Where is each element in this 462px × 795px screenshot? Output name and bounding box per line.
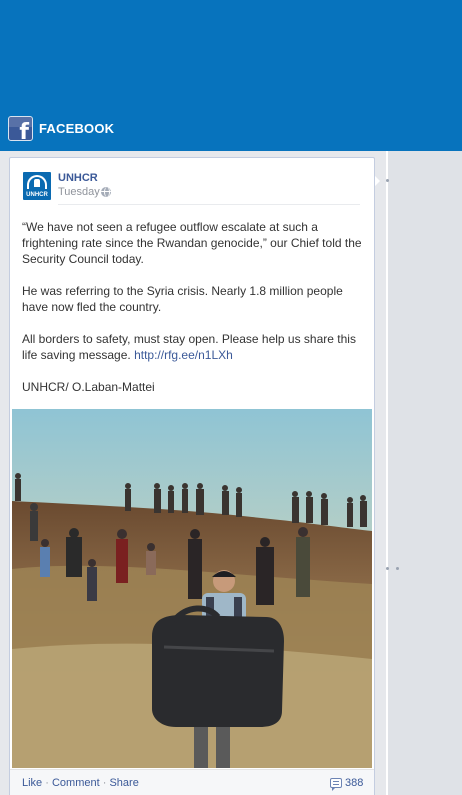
like-link[interactable]: Like bbox=[22, 777, 42, 789]
refugees-photo[interactable] bbox=[12, 409, 372, 768]
action-separator: · bbox=[45, 777, 49, 789]
timeline-line bbox=[386, 151, 388, 795]
post-card: UNHCR UNHCR Tuesday “We have not seen a … bbox=[9, 157, 375, 795]
avatar[interactable]: UNHCR bbox=[23, 172, 51, 200]
header-divider bbox=[58, 204, 360, 205]
post-paragraph: All borders to safety, must stay open. P… bbox=[22, 331, 367, 363]
post-paragraph: “We have not seen a refugee outflow esca… bbox=[22, 220, 362, 266]
avatar-label: UNHCR bbox=[26, 192, 48, 198]
page-name[interactable]: UNHCR bbox=[58, 172, 98, 184]
comment-icon[interactable] bbox=[330, 778, 342, 791]
facebook-f-letter: f bbox=[19, 120, 29, 141]
comment-link[interactable]: Comment bbox=[52, 777, 100, 789]
post-actions: Like · Comment · Share bbox=[22, 777, 139, 789]
share-link-action[interactable]: Share bbox=[109, 777, 138, 789]
action-separator: · bbox=[102, 777, 107, 789]
unhcr-figure-icon bbox=[34, 179, 40, 187]
post-paragraph: He was referring to the Syria crisis. Ne… bbox=[22, 284, 343, 314]
timeline-dot bbox=[386, 567, 389, 570]
photo-credit: UNHCR/ O.Laban-Mattei bbox=[22, 380, 155, 394]
post-footer: Like · Comment · Share 388 bbox=[10, 769, 374, 795]
timeline-dot bbox=[386, 179, 389, 182]
facebook-f-icon[interactable]: f bbox=[8, 116, 33, 141]
app-title[interactable]: FACEBOOK bbox=[39, 121, 114, 136]
timeline-right-column bbox=[388, 151, 462, 795]
post-text: “We have not seen a refugee outflow esca… bbox=[22, 219, 367, 411]
globe-icon[interactable] bbox=[101, 187, 111, 197]
comment-count[interactable]: 388 bbox=[345, 777, 363, 789]
post-timestamp[interactable]: Tuesday bbox=[58, 186, 100, 198]
timeline-dot bbox=[396, 567, 399, 570]
share-link[interactable]: http://rfg.ee/n1LXh bbox=[134, 348, 233, 362]
